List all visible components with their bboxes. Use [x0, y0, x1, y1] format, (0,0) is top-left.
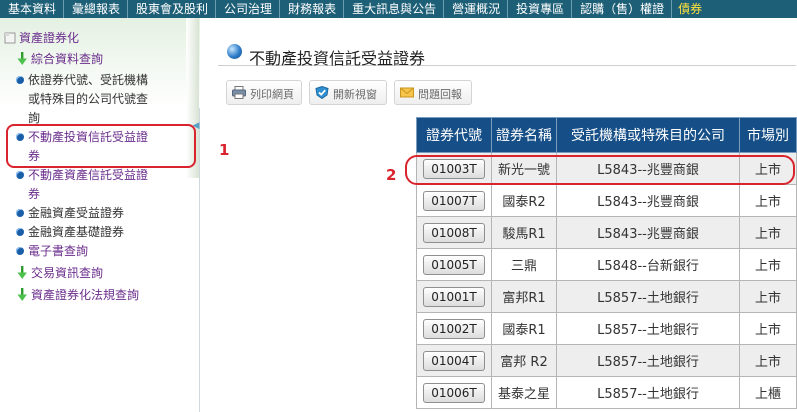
sidebar-item-fabs-basic[interactable]: 金融資產基礎證券 [16, 223, 124, 242]
table-row: 01005T 三鼎 L5848--台新銀行 上市 [416, 248, 797, 281]
security-name: 國泰R2 [491, 184, 557, 217]
trustee: L5857--土地銀行 [556, 312, 740, 345]
trustee: L5843--兆豐商銀 [556, 216, 740, 249]
security-code-button[interactable]: 01008T [423, 222, 485, 243]
col-header-name[interactable]: 證券名稱 [491, 117, 557, 153]
security-name: 富邦 R2 [491, 344, 557, 377]
sidebar-item-regulations[interactable]: 資產證券化法規查詢 [16, 286, 139, 305]
page-title: 不動產投資信託受益證券 [249, 49, 426, 68]
table-row: 01001T 富邦R1 L5857--土地銀行 上市 [416, 280, 797, 313]
down-arrow-icon [17, 288, 27, 301]
nav-shareholders-dividends[interactable]: 股東會及股利 [128, 0, 217, 18]
table-row: 01006T 基泰之星 L5857--土地銀行 上櫃 [416, 376, 797, 409]
market: 上市 [739, 344, 797, 377]
printer-icon [232, 86, 246, 99]
folder-open-icon [4, 32, 16, 44]
security-code-button[interactable]: 01007T [423, 190, 485, 211]
title-bar: 不動產投資信託受益證券 [218, 40, 796, 68]
bullet-icon [16, 228, 24, 236]
trustee: L5857--土地銀行 [556, 344, 740, 377]
security-code-button[interactable]: 01004T [423, 350, 485, 371]
security-name: 基泰之星 [491, 376, 557, 409]
top-nav: 基本資料 彙總報表 股東會及股利 公司治理 財務報表 重大訊息與公告 營運概況 … [0, 0, 797, 18]
table-row: 01004T 富邦 R2 L5857--土地銀行 上市 [416, 344, 797, 377]
new-window-button[interactable]: 開新視窗 [309, 80, 387, 105]
security-code-button[interactable]: 01005T [423, 254, 485, 275]
nav-material-announcements[interactable]: 重大訊息與公告 [344, 0, 445, 18]
sidebar-item-trading-info[interactable]: 交易資訊查詢 [16, 264, 103, 283]
security-code-button[interactable]: 01006T [423, 382, 485, 403]
sidebar-item-summary-query[interactable]: 綜合資料查詢 [16, 50, 103, 69]
globe-icon [227, 44, 242, 59]
down-arrow-icon [17, 52, 27, 65]
security-name: 駿馬R1 [491, 216, 557, 249]
trustee: L5857--土地銀行 [556, 280, 740, 313]
sidebar-item-ebook[interactable]: 電子書查詢 [16, 242, 88, 261]
table-row: 01008T 駿馬R1 L5843--兆豐商銀 上市 [416, 216, 797, 249]
market: 上櫃 [739, 376, 797, 409]
sidebar-item-asset-securitization[interactable]: 資產證券化 [4, 29, 79, 48]
security-name: 三鼎 [491, 248, 557, 281]
trustee: L5848--台新銀行 [556, 248, 740, 281]
bullet-icon [16, 209, 24, 217]
down-arrow-icon [17, 266, 27, 279]
nav-warrants[interactable]: 認購（售）權證 [572, 0, 673, 18]
table-header-row: 證券代號 證券名稱 受託機構或特殊目的公司 市場別 [416, 117, 797, 153]
print-button[interactable]: 列印網頁 [226, 80, 302, 105]
bullet-icon [16, 247, 24, 255]
trustee: L5857--土地銀行 [556, 376, 740, 409]
highlight-box-1 [6, 124, 196, 168]
nav-corporate-governance[interactable]: 公司治理 [216, 0, 281, 18]
annotation-marker-2: 2 [386, 166, 397, 184]
market: 上市 [739, 216, 797, 249]
market: 上市 [739, 184, 797, 217]
security-name: 國泰R1 [491, 312, 557, 345]
checkmark-shield-icon [315, 86, 329, 99]
security-name: 富邦R1 [491, 280, 557, 313]
sidebar: ◀ 資產證券化 綜合資料查詢 依證券代號、受託機構或特殊目的公司代號查詢 不動產… [0, 18, 200, 412]
trustee: L5843--兆豐商銀 [556, 184, 740, 217]
nav-bonds[interactable]: 債券 [672, 0, 709, 18]
nav-financial-reports[interactable]: 財務報表 [280, 0, 345, 18]
col-header-trustee[interactable]: 受託機構或特殊目的公司 [556, 117, 740, 153]
security-code-button[interactable]: 01002T [423, 318, 485, 339]
col-header-market[interactable]: 市場別 [739, 117, 797, 153]
bullet-icon [16, 171, 24, 179]
nav-basic-info[interactable]: 基本資料 [0, 0, 65, 18]
envelope-icon [400, 87, 414, 98]
market: 上市 [739, 280, 797, 313]
market: 上市 [739, 312, 797, 345]
feedback-button[interactable]: 問題回報 [394, 80, 472, 105]
nav-operations[interactable]: 營運概況 [444, 0, 509, 18]
bullet-icon [16, 76, 24, 84]
nav-investment[interactable]: 投資專區 [508, 0, 573, 18]
sidebar-item-fabs[interactable]: 金融資產受益證券 [16, 204, 124, 223]
table-row: 01007T 國泰R2 L5843--兆豐商銀 上市 [416, 184, 797, 217]
highlight-box-2 [405, 155, 795, 185]
sidebar-item-reats[interactable]: 不動產資產信託受益證券 [16, 166, 156, 204]
market: 上市 [739, 248, 797, 281]
col-header-code[interactable]: 證券代號 [416, 117, 492, 153]
security-code-button[interactable]: 01001T [423, 286, 485, 307]
sidebar-item-query-by-code[interactable]: 依證券代號、受託機構或特殊目的公司代號查詢 [16, 71, 154, 128]
main-content: 不動產投資信託受益證券 列印網頁 開新視窗 問題回報 證券代號 證券名稱 受託機… [201, 18, 797, 412]
nav-summary-reports[interactable]: 彙總報表 [64, 0, 129, 18]
table-row: 01002T 國泰R1 L5857--土地銀行 上市 [416, 312, 797, 345]
